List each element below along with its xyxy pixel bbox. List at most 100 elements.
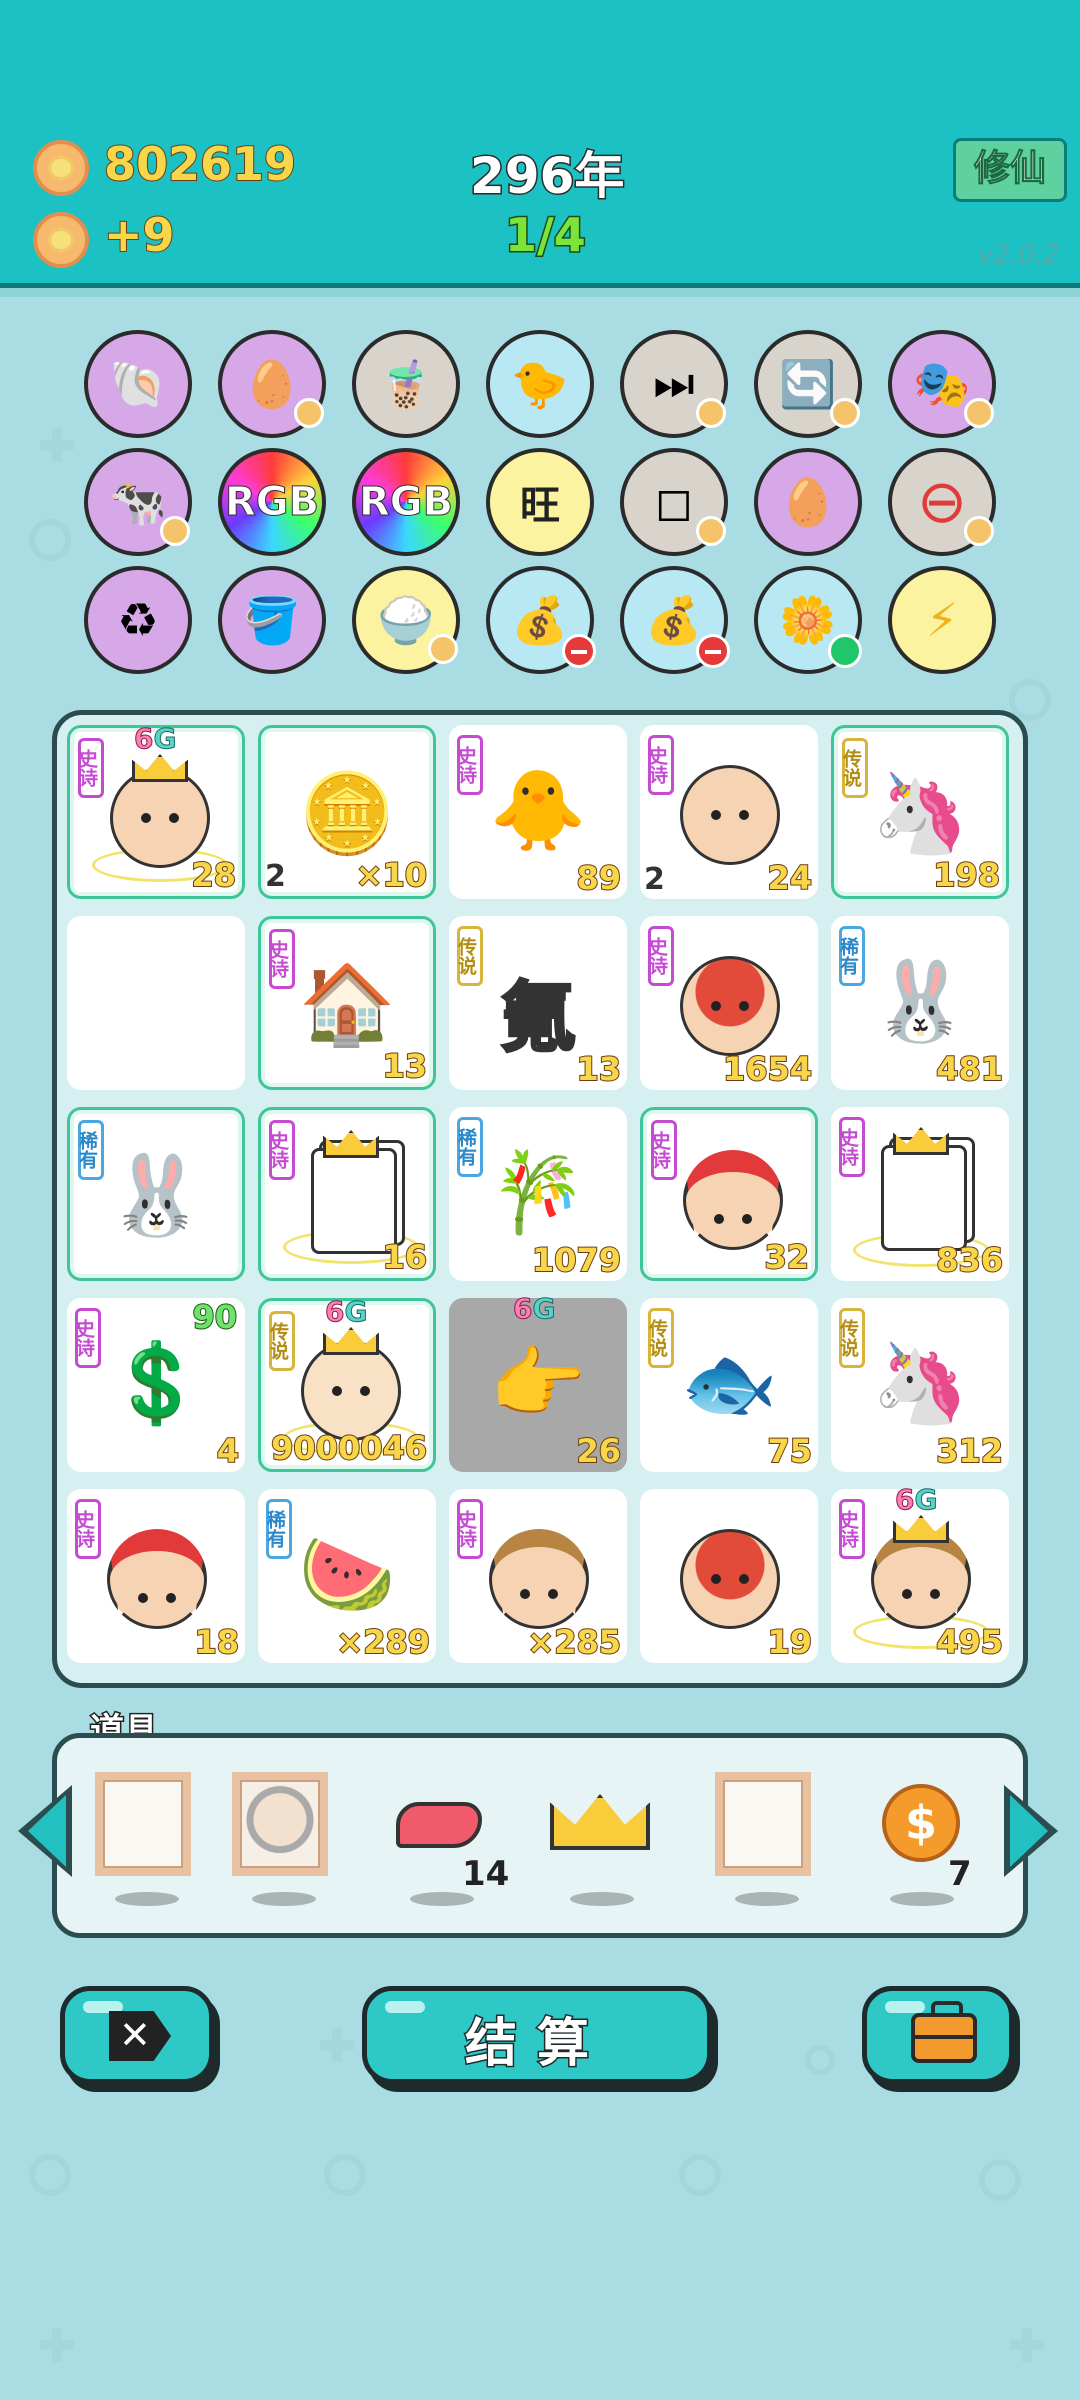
flower-icon[interactable]: 🌼 <box>754 566 862 674</box>
egg-icon[interactable]: 🥚 <box>754 448 862 556</box>
mask-icon[interactable]: 🎭 <box>888 330 996 438</box>
board-slot-koi[interactable]: 🐟 传说 75 <box>640 1298 818 1472</box>
settle-button[interactable]: 结算 <box>362 1986 712 2084</box>
tool-shadow <box>115 1892 179 1906</box>
rarity-badge: 史诗 <box>649 1120 677 1180</box>
6g-badge: 6G <box>512 1292 556 1326</box>
tools-prev-arrow[interactable] <box>18 1785 72 1877</box>
slot-value: 4 <box>216 1431 240 1471</box>
slot-value: 312 <box>935 1431 1004 1471</box>
empty-frame-icon <box>95 1772 191 1876</box>
board-slot-red-hat-boy[interactable]: 史诗 18 <box>67 1489 245 1663</box>
cows-icon[interactable]: 🐄 <box>84 448 192 556</box>
character-face <box>301 1341 401 1441</box>
slot-value: 24 <box>766 858 813 898</box>
clipboard-card-icon <box>881 1145 967 1251</box>
minus-icon[interactable]: ⊖ <box>888 448 996 556</box>
rarity-badge: 史诗 <box>455 735 483 795</box>
slot-value: 28 <box>190 855 237 895</box>
board-slot-unicorn[interactable]: 🦄 传说 198 <box>831 725 1009 899</box>
board-slot-grandpa[interactable]: 史诗 24 2 <box>640 725 818 899</box>
recycle-icon[interactable]: ♻ <box>84 566 192 674</box>
tool-dollar-coin[interactable]: $7 <box>870 1772 972 1906</box>
heart-badge-icon <box>160 516 190 546</box>
board-slot-unicorn[interactable]: 🦄 传说 312 <box>831 1298 1009 1472</box>
skill-glyph: 💰 <box>511 592 569 647</box>
slot-sub-count: 2 <box>644 862 665 897</box>
tools-next-arrow[interactable] <box>1004 1785 1058 1877</box>
stage-progress: 1/4 <box>504 207 588 264</box>
inventory-button[interactable] <box>862 1986 1014 2084</box>
exit-button[interactable]: ✕ <box>60 1986 214 2084</box>
heart-badge-icon <box>428 634 458 664</box>
rgb-icon[interactable]: RGB <box>352 448 460 556</box>
slot-value: 13 <box>575 1049 622 1089</box>
refresh-icon[interactable]: 🔄 <box>754 330 862 438</box>
board-slot-basketball-man[interactable]: 史诗 1654 <box>640 916 818 1090</box>
board-slot-氪[interactable]: 氪传说 13 <box>449 916 627 1090</box>
cultivate-button[interactable]: 修仙 <box>953 138 1067 202</box>
skill-glyph: ⚡ <box>925 593 959 647</box>
board-slot-basketball-old[interactable]: 19 <box>640 1489 818 1663</box>
rarity-badge: 史诗 <box>646 735 674 795</box>
egg-icon[interactable]: 🥚 <box>218 330 326 438</box>
skill-glyph: 💰 <box>645 592 703 647</box>
lightning-icon[interactable]: ⚡ <box>888 566 996 674</box>
bag-icon[interactable]: 💰 <box>486 566 596 674</box>
tool-shadow <box>252 1892 316 1906</box>
character-face <box>680 765 780 865</box>
board-slot-rabbit[interactable]: 🐰 稀有 <box>67 1107 245 1281</box>
rarity-badge: 史诗 <box>73 1308 101 1368</box>
tool-empty-frame[interactable] <box>715 1772 815 1906</box>
duck-pot-icon[interactable]: 🐤 <box>486 330 594 438</box>
skip-icon[interactable]: ⏭ <box>620 330 728 438</box>
board-slot-gold-bars[interactable]: 🪙 ×10 2 <box>258 725 436 899</box>
milk-tea-icon[interactable]: 🧋 <box>352 330 460 438</box>
wang-icon[interactable]: 旺 <box>486 448 594 556</box>
board-slot-ctrl-c[interactable]: 史诗 836 <box>831 1107 1009 1281</box>
board-slot-ctrl-v[interactable]: 史诗 16 <box>258 1107 436 1281</box>
rice-icon[interactable]: 🍚 <box>352 566 460 674</box>
rgb-icon[interactable]: RGB <box>218 448 326 556</box>
slot-value: ×10 <box>355 855 428 895</box>
board-slot-watermelon[interactable]: 🍉 稀有 ×289 <box>258 1489 436 1663</box>
board-slot-farmer[interactable]: 史诗 ×285 <box>449 1489 627 1663</box>
skill-glyph: 🎭 <box>913 356 971 411</box>
rarity-badge: 史诗 <box>837 1499 865 1559</box>
board-slot-finger[interactable]: 👉 6G 26 <box>449 1292 627 1472</box>
board-slot-coin-arrow[interactable]: 💲 史诗 4 90 <box>67 1297 245 1472</box>
dollar-coin-icon: $ <box>882 1784 960 1862</box>
coin-rate: +9 <box>103 207 176 263</box>
heart-badge-icon <box>696 398 726 428</box>
crown-icon <box>323 1327 379 1355</box>
tool-liver[interactable]: 14 <box>390 1772 509 1906</box>
rarity-badge: 稀有 <box>455 1117 483 1177</box>
bucket-icon[interactable]: 🪣 <box>218 566 326 674</box>
remove-badge-icon <box>696 634 730 668</box>
rarity-badge: 稀有 <box>264 1499 292 1559</box>
character-face <box>871 1529 971 1629</box>
settle-label: 结算 <box>463 2013 609 2076</box>
board-slot-old-man[interactable]: 史诗 6G 28 <box>67 722 245 899</box>
heart-badge-icon <box>696 516 726 546</box>
board-slot-red-hat-boy[interactable]: 史诗 32 <box>640 1107 818 1281</box>
tool-crown[interactable] <box>550 1772 650 1906</box>
dice-icon[interactable]: ◻ <box>620 448 728 556</box>
skill-glyph: 🐤 <box>511 356 569 411</box>
board-slot-rabbit-house[interactable]: 🏠 史诗 13 <box>258 916 436 1090</box>
board-slot-rabbit[interactable]: 🐰 稀有 481 <box>831 916 1009 1090</box>
board-slot-empty[interactable] <box>67 916 245 1090</box>
bag-icon[interactable]: 💰 <box>620 566 730 674</box>
6g-badge: 6G <box>133 722 177 756</box>
board-slot-farmer-king[interactable]: 史诗 6G 495 <box>831 1483 1009 1663</box>
tool-portrait-frame[interactable] <box>232 1772 332 1906</box>
board-slot-bird[interactable]: 🐥 史诗 89 <box>449 725 627 899</box>
board-slot-bamboo[interactable]: 🎋 稀有 1079 <box>449 1107 627 1281</box>
tool-empty-frame[interactable] <box>95 1772 195 1906</box>
tool-shadow <box>890 1892 954 1906</box>
gold-bars-icon: 🪙 <box>298 769 396 859</box>
heart-badge-icon <box>830 398 860 428</box>
slot-value: 89 <box>575 858 622 898</box>
board-slot-king[interactable]: 传说 6G 9000046 <box>258 1295 436 1472</box>
shell-icon[interactable]: 🐚 <box>84 330 192 438</box>
